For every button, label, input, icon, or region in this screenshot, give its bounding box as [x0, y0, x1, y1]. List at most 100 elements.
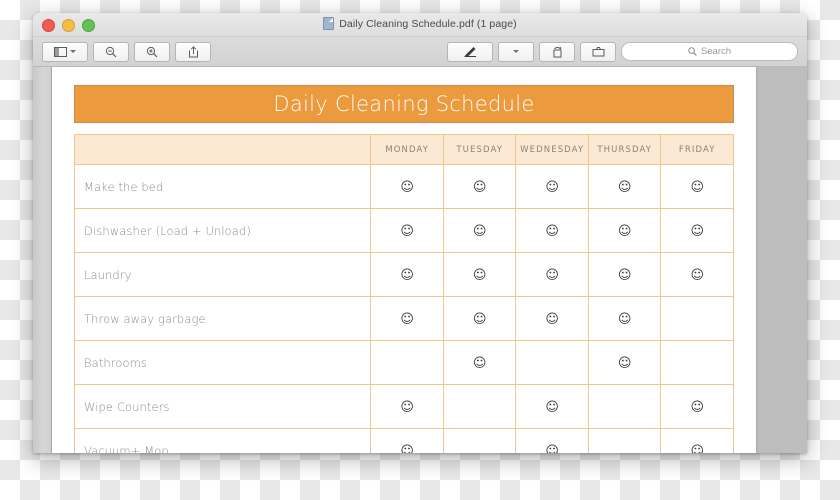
schedule-cell: ☺ [442, 164, 517, 209]
window-title-group: Daily Cleaning Schedule.pdf (1 page) [33, 17, 807, 30]
schedule-cell: ☺ [660, 384, 734, 429]
schedule-cell: ☺ [587, 208, 662, 253]
task-label: Vacuum+ Mop [73, 428, 372, 453]
smiley-face-icon: ☺ [690, 267, 704, 283]
schedule-cell: ☺ [515, 428, 589, 453]
smiley-face-icon: ☺ [690, 443, 704, 454]
schedule-cell: ☺ [515, 296, 589, 341]
smiley-face-icon: ☺ [545, 399, 559, 415]
markup-options-button[interactable] [498, 41, 534, 62]
thumbnail-sidebar[interactable] [33, 67, 52, 453]
document-banner: Daily Cleaning Schedule [74, 85, 734, 123]
preview-window: Daily Cleaning Schedule.pdf (1 page) Sea… [33, 13, 807, 453]
schedule-cell: ☺ [515, 164, 589, 209]
toolbar-right-group: Search [447, 41, 798, 62]
smiley-face-icon: ☺ [472, 355, 487, 371]
window-toolbar: Search [33, 37, 807, 67]
window-content: Daily Cleaning Schedule Monday Tuesday W… [33, 67, 807, 453]
column-header-wednesday: Wednesday [515, 134, 589, 165]
schedule-cell: ☺ [370, 252, 444, 297]
zoom-out-button[interactable] [93, 41, 129, 62]
chevron-down-icon [70, 50, 76, 53]
table-header-row: Monday Tuesday Wednesday Thursday Friday [73, 134, 734, 165]
schedule-cell: ☺ [587, 296, 662, 341]
smiley-face-icon: ☺ [400, 311, 414, 327]
schedule-cell: ☺ [370, 296, 444, 341]
markup-button[interactable] [447, 41, 493, 62]
zoom-in-button[interactable] [134, 41, 170, 62]
sidebar-view-icon [54, 46, 67, 57]
schedule-cell: ☺ [442, 296, 517, 341]
chevron-down-icon [513, 50, 519, 53]
page-scroll-area[interactable]: Daily Cleaning Schedule Monday Tuesday W… [52, 67, 807, 453]
schedule-cell: ☺ [370, 208, 444, 253]
schedule-cell: ☺ [587, 164, 662, 209]
table-row: Laundry ☺ ☺ ☺ ☺ ☺ [73, 252, 734, 297]
schedule-cell: ☺ [370, 384, 444, 429]
schedule-cell: ☺ [370, 340, 444, 385]
smiley-face-icon: ☺ [545, 311, 559, 327]
rotate-icon [552, 46, 563, 58]
rotate-button[interactable] [539, 41, 575, 62]
search-input[interactable]: Search [621, 42, 798, 61]
share-button[interactable] [175, 41, 211, 62]
task-label: Dishwasher (Load + Unload) [73, 208, 372, 253]
schedule-cell: ☺ [515, 252, 589, 297]
smiley-face-icon: ☺ [400, 223, 414, 239]
schedule-cell: ☺ [587, 340, 662, 385]
column-header-task [73, 134, 372, 165]
smiley-face-icon: ☺ [545, 179, 559, 195]
close-window-button[interactable] [42, 19, 55, 32]
crop-icon [592, 46, 605, 57]
crop-button[interactable] [580, 41, 616, 62]
window-titlebar[interactable]: Daily Cleaning Schedule.pdf (1 page) [33, 13, 807, 37]
smiley-face-icon: ☺ [690, 179, 704, 195]
smiley-face-icon: ☺ [400, 179, 414, 195]
column-header-thursday: Thursday [587, 134, 662, 165]
schedule-cell: ☺ [442, 208, 517, 253]
task-label: Throw away garbage [73, 296, 372, 341]
schedule-cell: ☺ [442, 252, 517, 297]
table-row: Make the bed ☺ ☺ ☺ ☺ ☺ [73, 164, 734, 209]
search-icon [688, 43, 697, 61]
smiley-face-icon: ☺ [545, 267, 559, 283]
table-row: Wipe Counters ☺ ☺ ☺ ☺ ☺ [73, 384, 734, 429]
table-header: Monday Tuesday Wednesday Thursday Friday [73, 134, 734, 165]
smiley-face-icon: ☺ [400, 267, 414, 283]
schedule-cell: ☺ [515, 384, 589, 429]
smiley-face-icon: ☺ [617, 267, 632, 283]
table-row: Bathrooms☺☺☺☺☺ [73, 340, 734, 385]
schedule-cell: ☺ [660, 340, 734, 385]
table-row: Vacuum+ Mop ☺ ☺ ☺ ☺ ☺ [73, 428, 734, 454]
smiley-face-icon: ☺ [617, 179, 632, 195]
schedule-cell: ☺ [370, 164, 444, 209]
smiley-face-icon: ☺ [400, 399, 414, 415]
schedule-cell: ☺ [370, 428, 444, 454]
schedule-cell: ☺ [515, 208, 589, 253]
sidebar-view-button[interactable] [42, 41, 88, 62]
task-label: Make the bed [73, 164, 372, 209]
maximize-window-button[interactable] [82, 19, 95, 32]
share-icon [188, 45, 199, 58]
schedule-cell: ☺ [660, 428, 734, 454]
cleaning-schedule-table: Monday Tuesday Wednesday Thursday Friday… [73, 134, 734, 454]
task-label: Laundry [73, 252, 372, 297]
smiley-face-icon: ☺ [400, 443, 414, 454]
table-row: Dishwasher (Load + Unload) ☺ ☺ ☺ ☺ ☺ [73, 208, 734, 253]
schedule-cell: ☺ [442, 340, 517, 385]
schedule-cell: ☺ [587, 428, 662, 453]
schedule-cell: ☺ [442, 384, 517, 429]
zoom-in-icon [146, 46, 158, 58]
smiley-face-icon: ☺ [617, 223, 632, 239]
smiley-face-icon: ☺ [472, 179, 487, 195]
minimize-window-button[interactable] [62, 19, 75, 32]
window-controls [42, 19, 95, 32]
schedule-cell: ☺ [515, 340, 589, 385]
smiley-face-icon: ☺ [545, 223, 559, 239]
schedule-cell: ☺ [587, 252, 662, 297]
schedule-cell: ☺ [660, 164, 734, 209]
smiley-face-icon: ☺ [617, 311, 632, 327]
toolbar-left-group [42, 41, 211, 62]
column-header-tuesday: Tuesday [442, 134, 517, 165]
column-header-friday: Friday [660, 134, 734, 165]
